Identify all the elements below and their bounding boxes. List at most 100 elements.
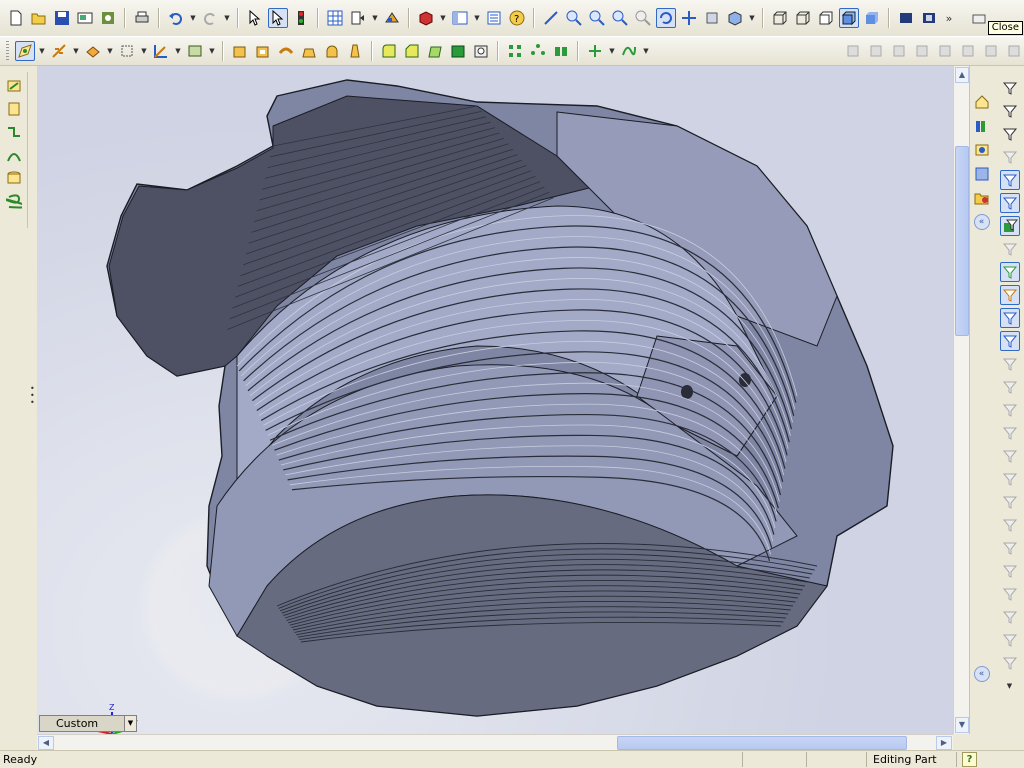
design-library-icon[interactable] bbox=[972, 116, 992, 136]
undo-icon[interactable] bbox=[166, 8, 186, 28]
filter-points-icon[interactable] bbox=[999, 308, 1020, 328]
extruded-boss-icon[interactable] bbox=[230, 41, 250, 61]
filter-disabled-icon[interactable] bbox=[1000, 561, 1020, 581]
appearances-icon[interactable] bbox=[972, 188, 992, 208]
circular-pattern-icon[interactable] bbox=[528, 41, 548, 61]
hole-wizard-icon[interactable] bbox=[471, 41, 491, 61]
summary-info-icon[interactable] bbox=[348, 8, 368, 28]
scroll-left-icon[interactable]: ◀ bbox=[38, 736, 54, 750]
dropdown-icon[interactable]: ▼ bbox=[174, 41, 182, 61]
surface-tool-icon[interactable] bbox=[1004, 41, 1024, 61]
filter-vertices-icon[interactable] bbox=[999, 262, 1020, 282]
zoom-selection-icon[interactable] bbox=[633, 8, 653, 28]
horizontal-scroll-thumb[interactable] bbox=[617, 736, 907, 750]
save-icon[interactable] bbox=[52, 8, 72, 28]
scroll-right-icon[interactable]: ▶ bbox=[936, 736, 952, 750]
horizontal-scrollbar[interactable]: ◀ ▶ bbox=[37, 734, 953, 750]
dropdown-icon[interactable]: ▼ bbox=[72, 41, 80, 61]
swept-boss-icon[interactable] bbox=[276, 41, 296, 61]
surface-tool-icon[interactable] bbox=[866, 41, 886, 61]
point-icon[interactable] bbox=[585, 41, 605, 61]
dropdown-icon[interactable]: ▼ bbox=[208, 41, 216, 61]
toolbar-grip[interactable] bbox=[6, 41, 9, 61]
sketch-icon[interactable] bbox=[15, 41, 35, 61]
line-icon[interactable] bbox=[4, 122, 24, 142]
assembly-icon[interactable] bbox=[382, 8, 402, 28]
cylinder-icon[interactable] bbox=[4, 168, 24, 188]
revolved-boss-icon[interactable] bbox=[253, 41, 273, 61]
filter-disabled-icon[interactable] bbox=[1000, 377, 1020, 397]
filter-disabled-icon[interactable] bbox=[1000, 469, 1020, 489]
graphics-viewport[interactable]: Z X Y bbox=[37, 66, 953, 734]
open-folder-icon[interactable] bbox=[29, 8, 49, 28]
new-document-icon[interactable] bbox=[6, 8, 26, 28]
splitter-grip-icon[interactable]: • • • bbox=[30, 385, 35, 407]
shaded-with-edges-icon[interactable] bbox=[839, 8, 859, 28]
view-palette-icon[interactable] bbox=[972, 164, 992, 184]
filter-disabled-icon[interactable] bbox=[1000, 607, 1020, 627]
filter-disabled-icon[interactable] bbox=[1000, 515, 1020, 535]
filter-sketch-icon[interactable] bbox=[999, 285, 1020, 305]
fillet-icon[interactable] bbox=[379, 41, 399, 61]
vertical-scroll-thumb[interactable] bbox=[955, 146, 969, 336]
quick-tips-help-button[interactable]: ? bbox=[962, 752, 977, 767]
smart-dimension-icon[interactable] bbox=[49, 41, 69, 61]
zoom-fit-icon[interactable] bbox=[564, 8, 584, 28]
dropdown-icon[interactable]: ▼ bbox=[371, 8, 379, 28]
draft-icon[interactable] bbox=[345, 41, 365, 61]
view-settings-icon[interactable] bbox=[919, 8, 939, 28]
shaded-icon[interactable] bbox=[862, 8, 882, 28]
surface-tool-icon[interactable] bbox=[912, 41, 932, 61]
print-icon[interactable] bbox=[132, 8, 152, 28]
dropdown-icon[interactable]: ▼ bbox=[748, 8, 756, 28]
filter-disabled-icon[interactable] bbox=[1000, 538, 1020, 558]
3d-model[interactable] bbox=[37, 66, 953, 734]
surface-tool-icon[interactable] bbox=[935, 41, 955, 61]
chamfer-icon[interactable] bbox=[402, 41, 422, 61]
axis-icon[interactable] bbox=[151, 41, 171, 61]
filter-disabled-icon[interactable] bbox=[1000, 446, 1020, 466]
help-question-icon[interactable]: ? bbox=[507, 8, 527, 28]
curve-through-points-icon[interactable] bbox=[619, 41, 639, 61]
surface-tool-icon[interactable] bbox=[958, 41, 978, 61]
extrude-icon[interactable] bbox=[4, 99, 24, 119]
rebuild-traffic-light-icon[interactable] bbox=[291, 8, 311, 28]
filter-edges-icon[interactable] bbox=[999, 170, 1020, 190]
sketch-3d-icon[interactable] bbox=[4, 76, 24, 96]
filter-axes-icon[interactable] bbox=[999, 331, 1020, 351]
select-filter-icon[interactable] bbox=[268, 8, 288, 28]
instant3d-icon[interactable] bbox=[185, 41, 205, 61]
dropdown-icon[interactable]: ▼ bbox=[608, 41, 616, 61]
reference-geometry-icon[interactable] bbox=[83, 41, 103, 61]
measure-icon[interactable] bbox=[541, 8, 561, 28]
filter-surface-bodies-icon[interactable] bbox=[999, 216, 1020, 236]
section-view-icon[interactable] bbox=[896, 8, 916, 28]
dropdown-icon[interactable]: ▼ bbox=[642, 41, 650, 61]
filter-disabled-icon[interactable] bbox=[1000, 239, 1020, 259]
mirror-icon[interactable] bbox=[551, 41, 571, 61]
linear-pattern-icon[interactable] bbox=[505, 41, 525, 61]
view-orientation-icon[interactable] bbox=[702, 8, 722, 28]
home-icon[interactable] bbox=[972, 92, 992, 112]
boundary-boss-icon[interactable] bbox=[322, 41, 342, 61]
redo-icon[interactable] bbox=[200, 8, 220, 28]
grid-icon[interactable] bbox=[325, 8, 345, 28]
wireframe-icon[interactable] bbox=[770, 8, 790, 28]
lofted-boss-icon[interactable] bbox=[299, 41, 319, 61]
zoom-in-out-icon[interactable] bbox=[610, 8, 630, 28]
appearance-icon[interactable] bbox=[416, 8, 436, 28]
toolbar-overflow-icon[interactable]: ▼ bbox=[1006, 676, 1014, 696]
collapse-pane-icon[interactable]: « bbox=[973, 214, 990, 230]
chevron-down-icon[interactable]: ▼ bbox=[124, 716, 136, 731]
file-explorer-icon[interactable] bbox=[972, 140, 992, 160]
filter-disabled-icon[interactable] bbox=[1000, 653, 1020, 673]
toolbar-overflow-icon[interactable]: » bbox=[942, 8, 956, 28]
redo-dropdown-icon[interactable]: ▼ bbox=[223, 8, 231, 28]
filter-disabled-icon[interactable] bbox=[1000, 630, 1020, 650]
dropdown-icon[interactable]: ▼ bbox=[473, 8, 481, 28]
view-orientation-select[interactable]: Custom ▼ bbox=[39, 715, 137, 732]
filter-icon[interactable] bbox=[1000, 78, 1020, 98]
filter-disabled-icon[interactable] bbox=[1000, 400, 1020, 420]
filter-disabled-icon[interactable] bbox=[1000, 492, 1020, 512]
dropdown-icon[interactable]: ▼ bbox=[38, 41, 46, 61]
